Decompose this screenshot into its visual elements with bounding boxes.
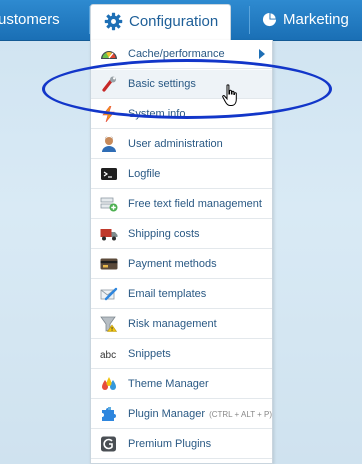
menu-item-snippets[interactable]: abc Snippets xyxy=(91,340,272,369)
arrow-right-icon xyxy=(259,49,265,59)
lightning-icon xyxy=(102,106,115,122)
email-edit-icon xyxy=(100,287,118,301)
wrench-icon xyxy=(102,76,116,92)
credit-card-icon xyxy=(100,258,118,270)
keyboard-shortcut: (CTRL + ALT + P) xyxy=(209,410,273,419)
menu-item-label: Theme Manager xyxy=(128,378,209,390)
menu-item-label: System info xyxy=(128,108,186,120)
nav-customers[interactable]: ustomers xyxy=(0,0,60,40)
menu-item-label: User administration xyxy=(128,138,223,150)
menu-item-label: Logfile xyxy=(128,168,161,180)
menu-item-premium-plugins[interactable]: Premium Plugins xyxy=(91,430,272,459)
menu-item-user-administration[interactable]: User administration xyxy=(91,130,272,159)
menu-item-label: Cache/performance xyxy=(128,48,225,60)
menu-item-plugin-manager[interactable]: Plugin Manager (CTRL + ALT + P) xyxy=(91,400,272,429)
menu-item-label: Shipping costs xyxy=(128,228,200,240)
puzzle-icon xyxy=(102,407,116,421)
menu-item-label: Free text field management xyxy=(128,198,262,210)
nav-customers-label: ustomers xyxy=(0,11,60,28)
menu-item-label: Payment methods xyxy=(128,258,217,270)
menu-item-system-info[interactable]: System info xyxy=(91,100,272,129)
nav-marketing-label: Marketing xyxy=(283,11,349,28)
text-abc-icon: abc xyxy=(100,350,116,361)
menu-item-risk-management[interactable]: Risk management xyxy=(91,310,272,339)
menu-item-label: Basic settings xyxy=(128,78,196,90)
field-add-icon xyxy=(100,197,118,212)
gear-icon xyxy=(104,12,123,31)
menu-item-label: Snippets xyxy=(128,348,171,360)
menu-item-theme-manager[interactable]: Theme Manager xyxy=(91,370,272,399)
user-icon xyxy=(102,136,116,152)
configuration-dropdown-menu: Cache/performance Basic settings System … xyxy=(90,40,273,464)
menu-item-shipping-costs[interactable]: Shipping costs xyxy=(91,220,272,249)
pie-chart-icon xyxy=(262,12,277,27)
nav-marketing[interactable]: Marketing xyxy=(262,0,349,40)
menu-item-label: Premium Plugins xyxy=(128,438,212,450)
truck-icon xyxy=(100,229,118,241)
menu-item-label-text: Plugin Manager xyxy=(128,408,206,420)
nav-separator xyxy=(249,6,250,34)
hand-cursor-icon xyxy=(222,84,237,106)
svg-text:abc: abc xyxy=(100,350,116,361)
terminal-icon xyxy=(101,168,117,180)
menu-item-label: Email templates xyxy=(128,288,207,300)
nav-configuration-label: Configuration xyxy=(129,13,219,30)
menu-item-email-templates[interactable]: Email templates xyxy=(91,280,272,309)
color-drops-icon xyxy=(102,377,116,390)
menu-item-cache-performance[interactable]: Cache/performance xyxy=(91,40,272,69)
menu-item-label: Risk management xyxy=(128,318,217,330)
menu-item-payment-methods[interactable]: Payment methods xyxy=(91,250,272,279)
funnel-warning-icon xyxy=(100,316,118,332)
speedometer-icon xyxy=(101,51,117,59)
menu-item-logfile[interactable]: Logfile xyxy=(91,160,272,189)
premium-plugins-icon xyxy=(101,436,116,452)
menu-item-label: Plugin Manager (CTRL + ALT + P) xyxy=(128,408,272,420)
menu-item-basic-settings[interactable]: Basic settings xyxy=(91,70,272,99)
nav-configuration[interactable]: Configuration xyxy=(90,4,231,41)
menu-item-free-text-field-management[interactable]: Free text field management xyxy=(91,190,272,219)
